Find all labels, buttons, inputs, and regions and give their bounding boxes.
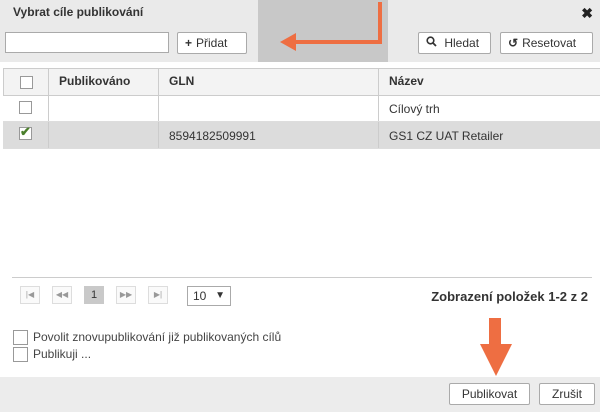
cell-name: Cílový trh [389, 102, 440, 116]
add-button[interactable]: + Přidat [177, 32, 247, 54]
publishing-checkbox[interactable] [13, 347, 28, 362]
reset-button[interactable]: ↺ Resetovat [500, 32, 593, 54]
select-all-checkbox[interactable] [20, 76, 33, 89]
row-checkbox[interactable] [19, 101, 32, 114]
page-size-value: 10 [193, 289, 207, 303]
table-row[interactable]: Cílový trh [3, 95, 600, 122]
plus-icon: + [185, 36, 193, 50]
page-size-select[interactable]: 10 ▼ [187, 286, 231, 306]
cell-gln: 8594182509991 [169, 129, 256, 143]
add-button-label: Přidat [196, 36, 228, 50]
current-page[interactable]: 1 [84, 286, 104, 304]
search-button[interactable]: Hledat [418, 32, 491, 54]
dialog-footer: Publikovat Zrušit [0, 377, 600, 412]
checkmark-icon: ✔ [20, 124, 31, 139]
prev-page-icon[interactable]: ◀◀ [52, 286, 72, 304]
dialog-title: Vybrat cíle publikování [13, 5, 144, 19]
pager: |◀ ◀◀ 1 ▶▶ ▶| 10 ▼ Zobrazení položek 1-2… [12, 277, 592, 314]
publish-button[interactable]: Publikovat [449, 383, 530, 405]
reset-button-label: Resetovat [522, 36, 577, 50]
magnifier-icon [426, 36, 440, 50]
column-name[interactable]: Název [379, 69, 600, 95]
table-row-selected[interactable]: ✔ 8594182509991 GS1 CZ UAT Retailer [3, 122, 600, 149]
search-input[interactable] [5, 32, 169, 53]
table-header: Publikováno GLN Název [3, 68, 600, 96]
republish-label: Povolit znovupublikování již publikovaný… [33, 330, 282, 344]
row-checkbox-checked[interactable]: ✔ [19, 124, 32, 140]
column-gln-label: GLN [169, 74, 195, 88]
pager-info: Zobrazení položek 1-2 z 2 [431, 289, 588, 304]
publishing-label: Publikuji ... [33, 347, 92, 361]
last-page-icon[interactable]: ▶| [148, 286, 168, 304]
next-page-icon[interactable]: ▶▶ [116, 286, 136, 304]
first-page-icon[interactable]: |◀ [20, 286, 40, 304]
undo-icon: ↺ [508, 36, 519, 50]
column-published[interactable]: Publikováno [49, 69, 159, 95]
caret-down-icon: ▼ [215, 290, 225, 301]
cell-name: GS1 CZ UAT Retailer [389, 129, 504, 143]
annotation-arrow-down-icon [480, 318, 512, 376]
column-gln[interactable]: GLN [159, 69, 379, 95]
annotation-arrow-left-icon [280, 2, 382, 51]
search-button-label: Hledat [444, 36, 480, 50]
republish-checkbox[interactable] [13, 330, 28, 345]
cancel-button[interactable]: Zrušit [539, 383, 595, 405]
publish-targets-dialog: Vybrat cíle publikování ✖ + Přidat Hledat… [0, 0, 600, 412]
close-icon[interactable]: ✖ [581, 5, 593, 22]
column-name-label: Název [389, 74, 424, 88]
column-published-label: Publikováno [59, 74, 131, 88]
